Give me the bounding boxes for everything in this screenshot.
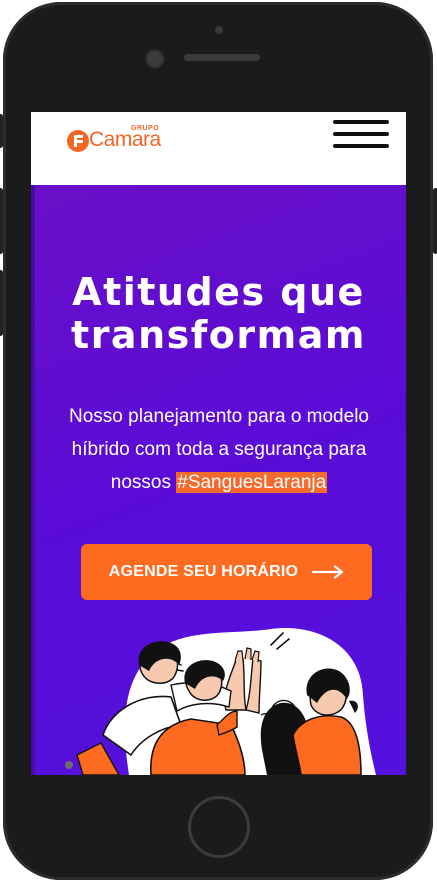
home-button[interactable] bbox=[188, 796, 250, 858]
proximity-sensor bbox=[215, 26, 223, 34]
logo-wordmark: Camara bbox=[89, 128, 161, 151]
hamburger-menu-icon-bar bbox=[333, 144, 389, 148]
hamburger-menu-button[interactable] bbox=[331, 118, 391, 158]
camara-logo[interactable]: GRUPO Camara bbox=[67, 125, 177, 166]
phone-screen: GRUPO Camara Atitudes que transformam No… bbox=[31, 112, 406, 775]
site-header: GRUPO Camara bbox=[31, 112, 406, 185]
arrow-right-icon bbox=[312, 565, 344, 579]
front-camera bbox=[145, 49, 165, 69]
power-button bbox=[433, 188, 437, 254]
camara-logo-mark-icon bbox=[67, 130, 89, 152]
hashtag-highlight: #SanguesLaranja bbox=[176, 472, 328, 493]
mute-switch bbox=[0, 114, 3, 148]
hamburger-menu-icon-bar bbox=[333, 132, 389, 136]
volume-down-button bbox=[0, 270, 3, 336]
cta-label: AGENDE SEU HORÁRIO bbox=[108, 563, 299, 580]
hero-subtitle-prefix: nossos bbox=[110, 472, 171, 493]
team-high-five-illustration bbox=[65, 628, 377, 775]
hero-subtitle-line: Nosso planejamento para o modelo bbox=[69, 406, 369, 427]
volume-up-button bbox=[0, 188, 3, 254]
hero-section: Atitudes que transformam Nosso planejame… bbox=[31, 185, 406, 775]
hero-subtitle-line: nossos #SanguesLaranja bbox=[49, 466, 389, 499]
hero-title: Atitudes que transformam bbox=[31, 271, 406, 357]
hero-subtitle-line: híbrido com toda a segurança para bbox=[71, 439, 367, 460]
hero-title-line: transformam bbox=[71, 313, 366, 357]
schedule-appointment-button[interactable]: AGENDE SEU HORÁRIO bbox=[81, 544, 372, 600]
earpiece-speaker bbox=[184, 54, 260, 61]
hero-subtitle: Nosso planejamento para o modelo híbrido… bbox=[49, 400, 389, 499]
hamburger-menu-icon bbox=[333, 120, 389, 124]
hero-title-line: Atitudes que bbox=[72, 270, 365, 314]
